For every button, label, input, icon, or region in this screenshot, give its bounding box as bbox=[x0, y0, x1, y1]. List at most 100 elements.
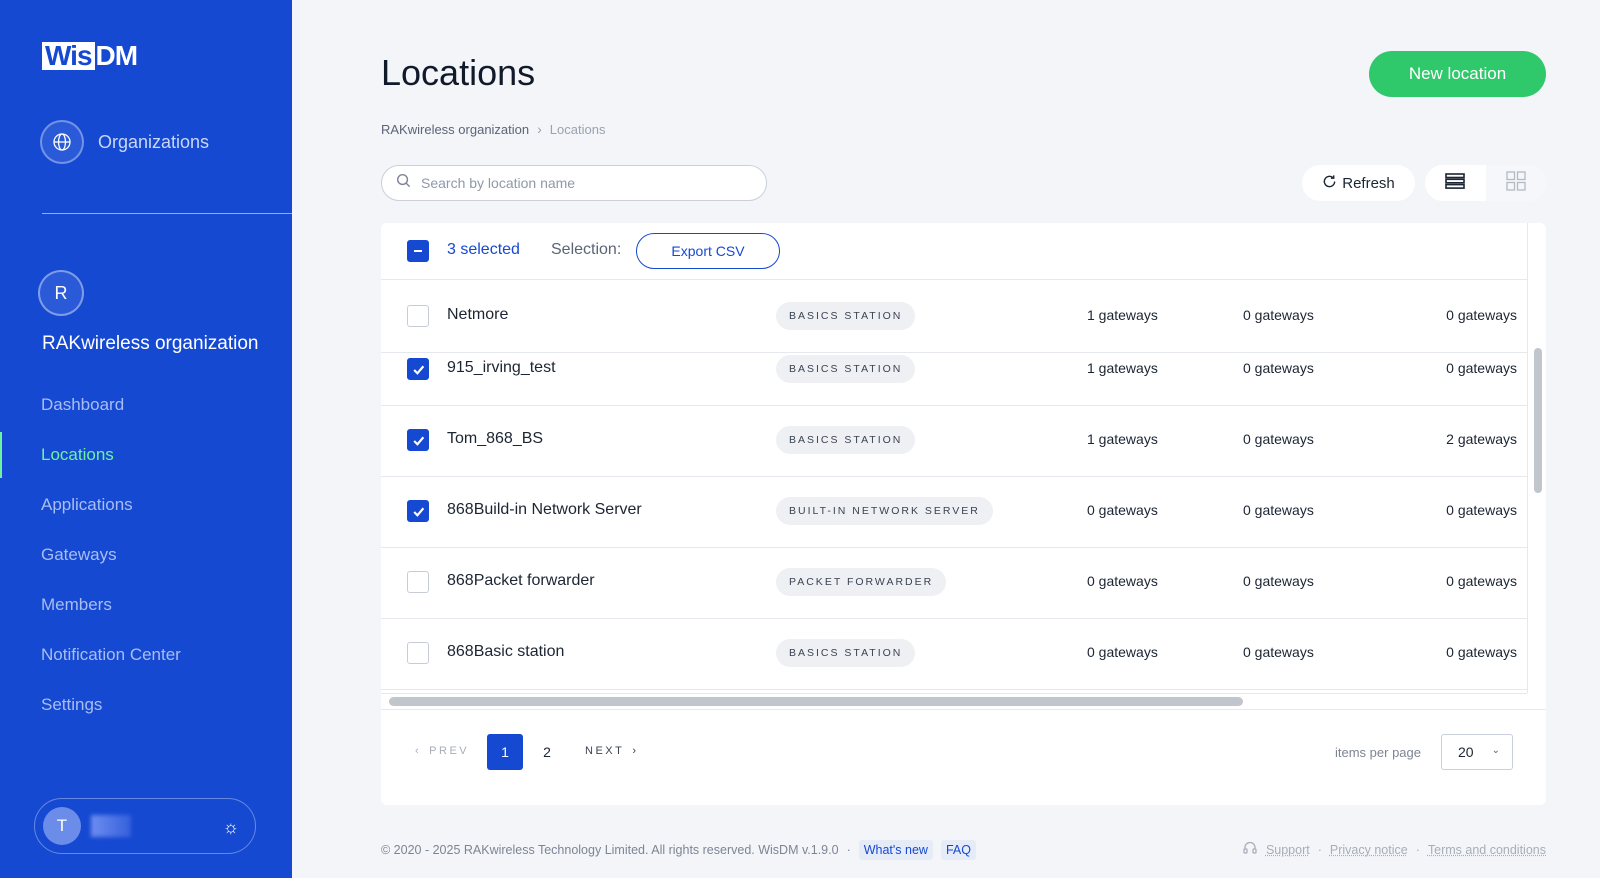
org-avatar: R bbox=[38, 270, 84, 316]
footer-dot: · bbox=[1317, 842, 1322, 857]
user-name: T bbox=[91, 815, 131, 837]
grid-view-button[interactable] bbox=[1485, 165, 1546, 201]
location-type-badge: BASICS STATION bbox=[776, 639, 916, 667]
logo-dm: DM bbox=[95, 40, 139, 71]
items-per-page-label: items per page bbox=[1335, 745, 1421, 760]
location-type-badge: BASICS STATION bbox=[776, 355, 916, 383]
breadcrumb-organization[interactable]: RAKwireless organization bbox=[381, 122, 529, 137]
sidebar-item-notification-center[interactable]: Notification Center bbox=[0, 630, 292, 680]
organizations-switch[interactable]: Organizations bbox=[40, 120, 209, 164]
breadcrumb-current: Locations bbox=[549, 121, 606, 137]
sidebar-divider bbox=[42, 213, 292, 214]
table-row[interactable]: 868Basic station BASICS STATION 0 gatewa… bbox=[381, 617, 1527, 690]
vertical-scrollbar[interactable] bbox=[1527, 223, 1546, 693]
prev-label: PREV bbox=[429, 745, 470, 757]
prev-page-button[interactable]: ‹ PREV bbox=[415, 745, 469, 757]
sidebar-item-members[interactable]: Members bbox=[0, 580, 292, 630]
gateway-count-3: 0 gateways bbox=[1446, 573, 1517, 589]
support-link[interactable]: Support bbox=[1266, 843, 1310, 857]
chevron-right-icon: › bbox=[632, 745, 639, 757]
row-checkbox[interactable] bbox=[407, 642, 429, 664]
location-name[interactable]: 868Basic station bbox=[447, 643, 564, 661]
list-view-button[interactable] bbox=[1425, 165, 1486, 201]
location-name[interactable]: Tom_868_BS bbox=[447, 430, 543, 448]
page-2-button[interactable]: 2 bbox=[529, 734, 565, 770]
table-row[interactable]: 868Packet forwarder PACKET FORWARDER 0 g… bbox=[381, 546, 1527, 619]
sidebar-item-applications[interactable]: Applications bbox=[0, 480, 292, 530]
selection-label: Selection: bbox=[551, 241, 622, 258]
pagination: ‹ PREV 1 2 NEXT › items per page 20 ⌄ bbox=[381, 710, 1546, 805]
sidebar-item-locations[interactable]: Locations bbox=[0, 430, 292, 480]
grid-icon bbox=[1506, 170, 1526, 196]
headset-icon bbox=[1242, 840, 1258, 859]
table-row[interactable]: 868Build-in Network Server BUILT-IN NETW… bbox=[381, 475, 1527, 548]
row-checkbox[interactable] bbox=[407, 429, 429, 451]
sidebar-item-settings[interactable]: Settings bbox=[0, 680, 292, 730]
horizontal-scrollbar-thumb[interactable] bbox=[389, 697, 1243, 706]
gateway-count-3: 0 gateways bbox=[1446, 644, 1517, 660]
faq-link[interactable]: FAQ bbox=[940, 840, 976, 860]
user-menu[interactable]: T T ☼ bbox=[34, 798, 256, 854]
gateway-count-2: 0 gateways bbox=[1243, 431, 1314, 447]
view-toggle bbox=[1425, 165, 1546, 201]
chevron-right-icon: › bbox=[537, 121, 542, 137]
chevron-down-icon: ⌄ bbox=[1491, 745, 1500, 756]
footer-dot: · bbox=[1415, 842, 1420, 857]
chevron-left-icon: ‹ bbox=[415, 745, 422, 757]
table-row[interactable]: 915_irving_test BASICS STATION 1 gateway… bbox=[381, 333, 1527, 406]
location-name[interactable]: 915_irving_test bbox=[447, 359, 556, 377]
sidebar-item-dashboard[interactable]: Dashboard bbox=[0, 380, 292, 430]
row-checkbox[interactable] bbox=[407, 571, 429, 593]
gateway-count-1: 0 gateways bbox=[1087, 502, 1158, 518]
table-row[interactable]: Tom_868_BS BASICS STATION 1 gateways 0 g… bbox=[381, 404, 1527, 477]
select-all-checkbox[interactable] bbox=[407, 240, 429, 262]
page-1-button[interactable]: 1 bbox=[487, 734, 523, 770]
row-checkbox[interactable] bbox=[407, 358, 429, 380]
location-type-badge: BASICS STATION bbox=[776, 302, 916, 330]
export-csv-button[interactable]: Export CSV bbox=[636, 233, 780, 269]
row-checkbox[interactable] bbox=[407, 500, 429, 522]
location-name[interactable]: Netmore bbox=[447, 306, 508, 324]
vertical-scrollbar-thumb[interactable] bbox=[1534, 348, 1542, 493]
footer-left: © 2020 - 2025 RAKwireless Technology Lim… bbox=[381, 840, 976, 860]
gateway-count-1: 1 gateways bbox=[1087, 307, 1158, 323]
org-name: RAKwireless organization bbox=[42, 333, 259, 354]
privacy-notice-link[interactable]: Privacy notice bbox=[1330, 843, 1408, 857]
whats-new-link[interactable]: What's new bbox=[858, 840, 933, 860]
next-page-button[interactable]: NEXT › bbox=[585, 745, 639, 757]
location-name[interactable]: 868Build-in Network Server bbox=[447, 501, 642, 519]
location-type-badge: BASICS STATION bbox=[776, 426, 916, 454]
logo-wis: Wis bbox=[42, 42, 95, 70]
sidebar: Wis DM Organizations R RAKwireless organi… bbox=[0, 0, 292, 878]
gateway-count-3: 2 gateways bbox=[1446, 431, 1517, 447]
gateway-count-2: 0 gateways bbox=[1243, 502, 1314, 518]
selected-count: 3 selected bbox=[447, 241, 520, 258]
gateway-count-2: 0 gateways bbox=[1243, 644, 1314, 660]
horizontal-scrollbar[interactable] bbox=[381, 693, 1527, 709]
gateway-count-3: 0 gateways bbox=[1446, 502, 1517, 518]
sidebar-nav: Dashboard Locations Applications Gateway… bbox=[0, 380, 292, 730]
refresh-label: Refresh bbox=[1342, 174, 1395, 192]
new-location-button[interactable]: New location bbox=[1369, 51, 1546, 97]
location-type-badge: PACKET FORWARDER bbox=[776, 568, 947, 596]
locations-table: 3 selected Selection: Export CSV Netmore… bbox=[381, 223, 1546, 805]
gateway-count-2: 0 gateways bbox=[1243, 360, 1314, 376]
refresh-button[interactable]: Refresh bbox=[1302, 165, 1415, 201]
wisdm-logo[interactable]: Wis DM bbox=[42, 40, 139, 71]
location-type-badge: BUILT-IN NETWORK SERVER bbox=[776, 497, 993, 525]
items-per-page-value: 20 bbox=[1458, 744, 1474, 760]
selection-bar: 3 selected Selection: Export CSV bbox=[381, 223, 1527, 280]
page-title: Locations bbox=[381, 52, 536, 93]
organizations-label: Organizations bbox=[98, 131, 210, 152]
search-input[interactable] bbox=[421, 175, 741, 191]
terms-link[interactable]: Terms and conditions bbox=[1428, 843, 1546, 857]
gateway-count-3: 0 gateways bbox=[1446, 360, 1517, 376]
list-icon bbox=[1445, 172, 1466, 194]
row-checkbox[interactable] bbox=[407, 305, 429, 327]
settings-sun-icon[interactable]: ☼ bbox=[223, 817, 240, 838]
items-per-page-select[interactable]: 20 ⌄ bbox=[1441, 734, 1513, 770]
search-box bbox=[381, 165, 767, 201]
sidebar-item-gateways[interactable]: Gateways bbox=[0, 530, 292, 580]
gateway-count-2: 0 gateways bbox=[1243, 307, 1314, 323]
location-name[interactable]: 868Packet forwarder bbox=[447, 572, 595, 590]
